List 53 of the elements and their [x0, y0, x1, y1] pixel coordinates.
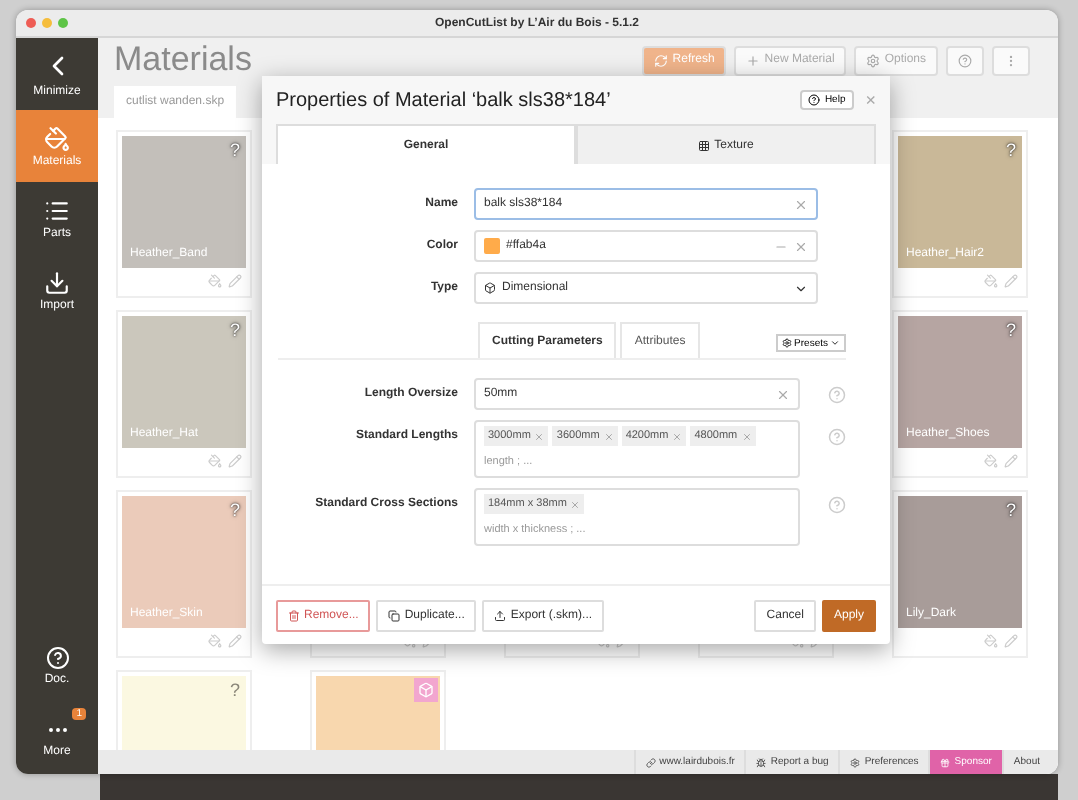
box-icon — [484, 282, 496, 294]
paint-bucket-icon[interactable] — [208, 453, 222, 467]
paint-bucket-icon[interactable] — [208, 273, 222, 287]
clear-icon[interactable] — [794, 239, 808, 253]
unknown-mark: ? — [229, 140, 240, 160]
zoom-window-icon[interactable] — [58, 18, 68, 28]
minimize-window-icon[interactable] — [42, 18, 52, 28]
edit-icon[interactable] — [1004, 273, 1018, 287]
trash-icon — [288, 609, 300, 621]
copy-icon — [388, 609, 401, 621]
caret-icon — [794, 281, 808, 295]
help-icon — [958, 53, 972, 67]
gift-icon — [940, 757, 951, 767]
dialog-title: Properties of Material ‘balk sls38*184’ — [276, 89, 613, 111]
unknown-mark: ? — [1005, 500, 1016, 520]
edit-icon[interactable] — [228, 453, 242, 467]
help-icon[interactable] — [828, 428, 846, 446]
unknown-mark: ? — [229, 320, 240, 340]
edit-icon[interactable] — [228, 633, 242, 647]
caret-icon — [830, 338, 840, 348]
clear-icon[interactable] — [776, 387, 790, 401]
settings-icon — [866, 53, 881, 67]
help-icon[interactable] — [828, 496, 846, 514]
settings-icon — [850, 757, 861, 767]
more-button[interactable] — [992, 45, 1030, 75]
paint-bucket-icon[interactable] — [208, 633, 222, 647]
paint-bucket-icon[interactable] — [984, 273, 998, 287]
plus-icon — [746, 53, 761, 67]
clear-icon[interactable] — [794, 197, 808, 211]
paint-bucket-icon[interactable] — [984, 633, 998, 647]
list-icon — [44, 197, 70, 223]
unknown-mark: ? — [229, 680, 240, 700]
bug-icon — [756, 757, 767, 767]
download-icon — [44, 269, 70, 295]
unknown-mark: ? — [1005, 320, 1016, 340]
paint-bucket-icon — [44, 125, 70, 151]
close-window-icon[interactable] — [26, 18, 36, 28]
refresh-icon — [654, 53, 669, 67]
link-icon — [645, 757, 656, 767]
settings-icon — [782, 338, 793, 348]
material-card[interactable]: ? — [116, 670, 252, 750]
help-button[interactable] — [946, 45, 984, 75]
edit-icon[interactable] — [1004, 633, 1018, 647]
edit-icon[interactable] — [228, 273, 242, 287]
page-title: Materials — [114, 40, 254, 80]
help-icon[interactable] — [828, 386, 846, 404]
upload-icon — [494, 609, 507, 621]
unknown-mark: ? — [1005, 140, 1016, 160]
help-icon — [808, 94, 821, 106]
edit-icon[interactable] — [1004, 453, 1018, 467]
help-icon — [45, 646, 69, 670]
unknown-mark: ? — [229, 500, 240, 520]
paint-bucket-icon[interactable] — [984, 453, 998, 467]
